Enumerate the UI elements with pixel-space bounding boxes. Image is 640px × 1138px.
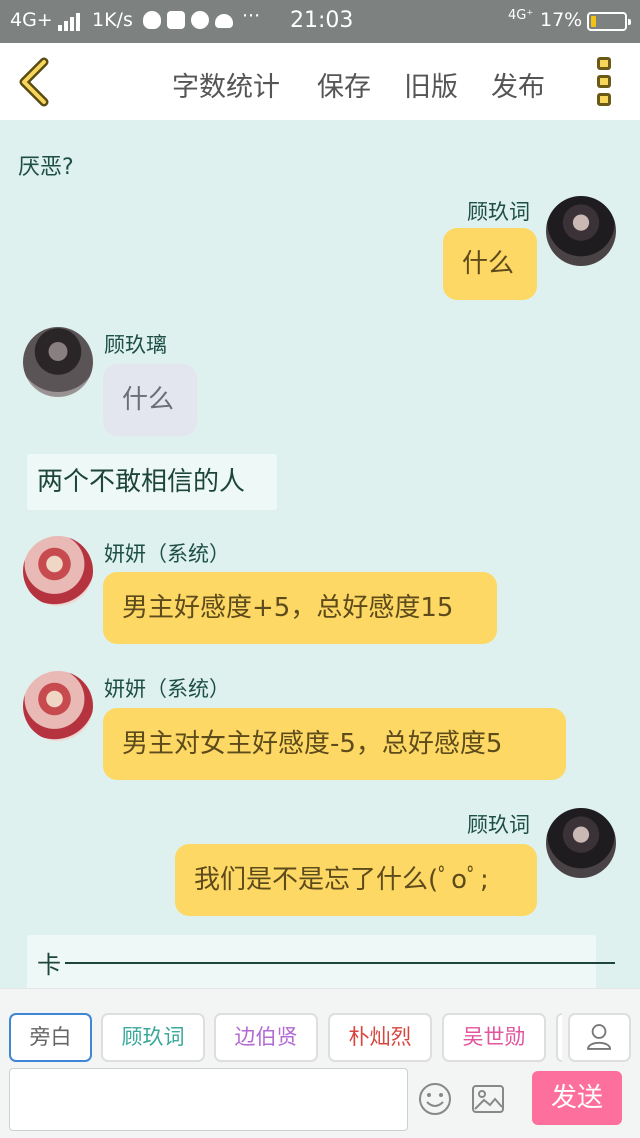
person-icon xyxy=(587,1024,611,1050)
narration-card-partial[interactable]: 卡 xyxy=(27,935,615,988)
qq-icon xyxy=(143,11,161,29)
status-bar: 4G+ 1K/s ··· 21:03 4G⁺ 17% xyxy=(0,0,640,43)
avatar-gu-jiuci[interactable] xyxy=(546,196,616,266)
message-bubble[interactable]: 男主好感度+5，总好感度15 xyxy=(103,572,497,644)
message-bubble[interactable]: 什么 xyxy=(103,364,197,436)
speaker-name: 顾玖词 xyxy=(467,813,530,837)
avatar-gu-jiuli[interactable] xyxy=(23,327,93,397)
image-icon[interactable] xyxy=(471,1082,505,1116)
character-chip-overflow[interactable] xyxy=(556,1013,562,1062)
speaker-name: 顾玖词 xyxy=(467,200,530,224)
network-indicator: 4G+ xyxy=(10,9,53,31)
word-count-button[interactable]: 字数统计 xyxy=(172,65,280,104)
message-icon xyxy=(167,11,185,29)
speaker-name: 妍妍（系统） xyxy=(104,542,230,566)
character-chip[interactable]: 顾玖词 xyxy=(101,1013,205,1062)
avatar-gu-jiuci[interactable] xyxy=(546,808,616,878)
chat-text-top: 厌恶? xyxy=(18,155,74,180)
avatar-yanyan-system[interactable] xyxy=(23,536,93,606)
cloud-icon xyxy=(215,14,233,28)
old-version-button[interactable]: 旧版 xyxy=(404,65,458,104)
narration-text: 卡 xyxy=(37,951,61,979)
signal-icon xyxy=(58,13,84,31)
message-input[interactable] xyxy=(9,1068,408,1131)
narration-card[interactable]: 两个不敢相信的人 xyxy=(27,454,277,510)
avatar-yanyan-system[interactable] xyxy=(23,671,93,741)
character-chip[interactable]: 边伯贤 xyxy=(214,1013,318,1062)
battery-icon xyxy=(587,12,631,31)
speaker-name: 顾玖璃 xyxy=(104,333,167,357)
video-icon xyxy=(191,11,209,29)
character-chip-narrator[interactable]: 旁白 xyxy=(9,1013,92,1062)
network-speed: 1K/s xyxy=(92,9,133,31)
back-chevron-icon[interactable] xyxy=(14,57,58,107)
message-bubble[interactable]: 什么 xyxy=(443,228,537,300)
clock: 21:03 xyxy=(290,8,354,33)
character-chip[interactable]: 朴灿烈 xyxy=(328,1013,432,1062)
chat-area: 厌恶? 顾玖词 什么 顾玖璃 什么 两个不敢相信的人 妍妍（系统） 男主好感度+… xyxy=(0,120,640,988)
input-bar: 旁白 顾玖词 边伯贤 朴灿烈 吴世勋 发送 xyxy=(0,988,640,1138)
character-manage-button[interactable] xyxy=(568,1013,631,1062)
message-bubble[interactable]: 我们是不是忘了什么(ﾟoﾟ; xyxy=(175,844,537,916)
message-bubble[interactable]: 男主对女主好感度-5，总好感度5 xyxy=(103,708,566,780)
more-menu-icon[interactable] xyxy=(596,57,614,107)
publish-button[interactable]: 发布 xyxy=(491,65,545,104)
save-button[interactable]: 保存 xyxy=(317,65,371,104)
battery-percent: 17% xyxy=(540,9,583,31)
character-chip[interactable]: 吴世勋 xyxy=(442,1013,546,1062)
top-bar: 字数统计 保存 旧版 发布 xyxy=(0,43,640,120)
emoji-icon[interactable] xyxy=(418,1082,452,1116)
divider xyxy=(65,962,615,964)
network-indicator-right: 4G⁺ xyxy=(508,8,534,23)
speaker-name: 妍妍（系统） xyxy=(104,677,230,701)
send-button[interactable]: 发送 xyxy=(532,1071,622,1125)
more-notifications-icon: ··· xyxy=(242,5,261,27)
